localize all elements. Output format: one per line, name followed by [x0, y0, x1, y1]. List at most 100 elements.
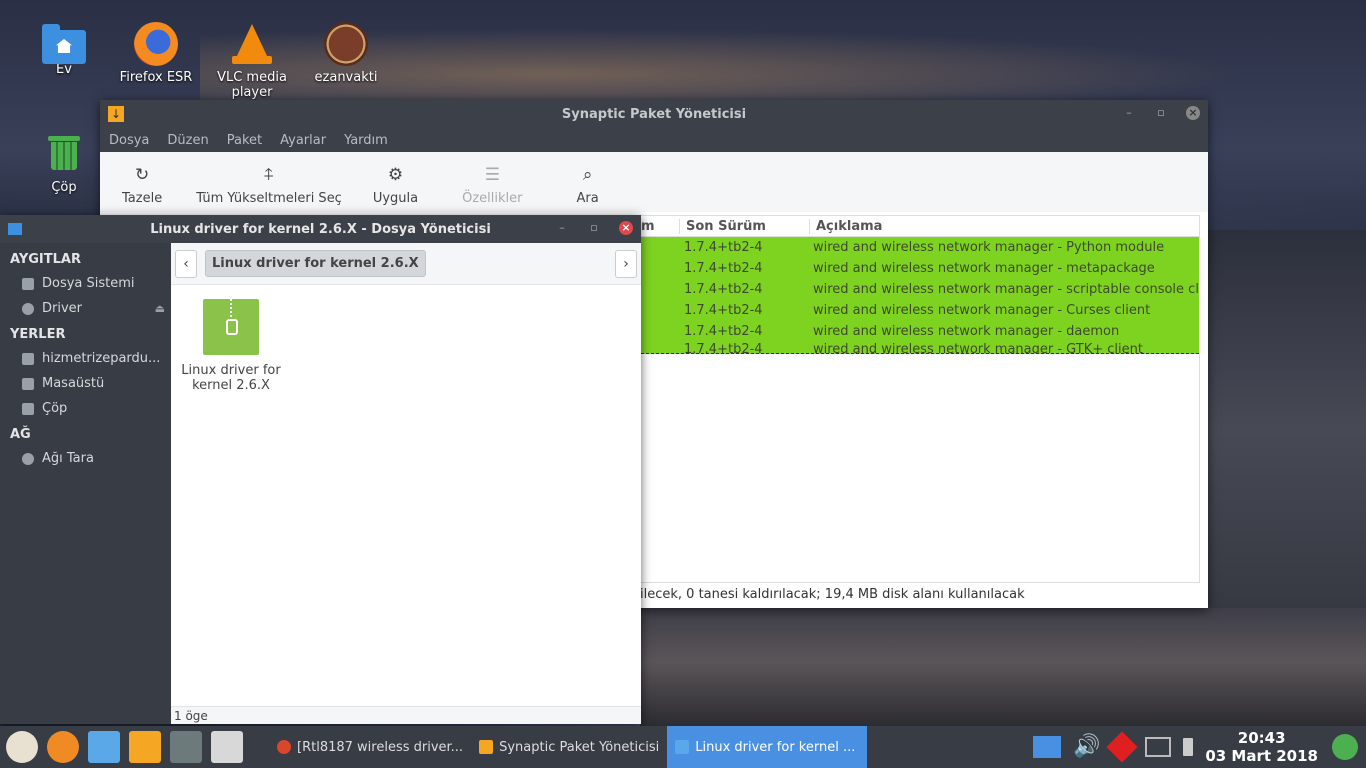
- sidebar-item-filesystem[interactable]: Dosya Sistemi: [0, 271, 171, 296]
- clock[interactable]: 20:43 03 Mart 2018: [1205, 729, 1318, 765]
- window-title: Synaptic Paket Yöneticisi: [561, 106, 747, 122]
- file-manager-window[interactable]: Linux driver for kernel 2.6.X - Dosya Yö…: [0, 215, 641, 724]
- properties-icon: ☰: [484, 165, 500, 185]
- package-table[interactable]: m Son Sürüm Açıklama 1.7.4+tb2-4 wired an…: [640, 215, 1200, 583]
- eject-icon[interactable]: ⏏: [155, 302, 165, 315]
- power-icon[interactable]: [1332, 734, 1358, 760]
- sidebar-item-driver[interactable]: Driver ⏏: [0, 296, 171, 321]
- desktop-icon-vlc[interactable]: VLC media player: [204, 22, 300, 100]
- disc-icon: [22, 302, 34, 315]
- vlc-icon: [230, 22, 274, 66]
- properties-button[interactable]: ☰ Özellikler: [462, 165, 522, 206]
- desktop-icon-trash[interactable]: Çöp: [16, 132, 112, 195]
- folder-icon: [675, 740, 690, 754]
- apply-icon: ⚙: [387, 165, 404, 185]
- volume-icon[interactable]: 🔊: [1073, 734, 1100, 760]
- menu-ayarlar[interactable]: Ayarlar: [280, 133, 326, 148]
- desktop-icon-label: VLC media player: [217, 70, 287, 100]
- sidebar-header-devices: AYGITLAR: [10, 252, 81, 267]
- clock-date: 03 Mart 2018: [1205, 747, 1318, 765]
- workspace-icon[interactable]: [1033, 736, 1062, 758]
- desktop-icon-label: ezanvakti: [314, 70, 378, 85]
- refresh-button[interactable]: ↻ Tazele: [122, 165, 162, 206]
- menu-duzen[interactable]: Düzen: [167, 133, 208, 148]
- path-bar: ‹ Linux driver for kernel 2.6.X ›: [171, 243, 641, 285]
- sidebar-header-places: YERLER: [10, 327, 66, 342]
- file-label: Linux driver for kernel 2.6.X: [181, 363, 281, 393]
- app-menu-icon[interactable]: [6, 731, 38, 763]
- desktop-icon-label: Firefox ESR: [119, 70, 193, 85]
- search-icon: ⌕: [582, 165, 593, 185]
- desktop-icon-label: Çöp: [51, 180, 77, 195]
- task-file-manager[interactable]: Linux driver for kernel ...: [667, 726, 868, 768]
- synaptic-titlebar[interactable]: ↓ Synaptic Paket Yöneticisi – ▫ ×: [100, 100, 1208, 128]
- desktop-icon-firefox[interactable]: Firefox ESR: [108, 22, 204, 85]
- sidebar-item-browse-network[interactable]: Ağı Tara: [0, 446, 171, 471]
- desktop-icon-ezanvakti[interactable]: ezanvakti: [298, 22, 394, 85]
- synaptic-app-icon: ↓: [108, 106, 124, 122]
- select-all-upgrades-button[interactable]: ⍏ Tüm Yükseltmeleri Seç: [196, 165, 342, 206]
- drive-icon: [22, 277, 34, 290]
- table-row[interactable]: 1.7.4+tb2-4 wired and wireless network ma…: [641, 342, 1199, 354]
- table-row[interactable]: 1.7.4+tb2-4 wired and wireless network ma…: [641, 300, 1199, 321]
- file-manager-launcher-icon[interactable]: [88, 731, 120, 763]
- breadcrumb[interactable]: Linux driver for kernel 2.6.X: [205, 250, 426, 277]
- folder-icon: [8, 223, 22, 235]
- archive-icon: [203, 299, 259, 355]
- sidebar-item-home[interactable]: hizmetrizepardu...: [0, 346, 171, 371]
- maximize-button[interactable]: ▫: [587, 221, 601, 235]
- system-tray: 🔊 20:43 03 Mart 2018: [1033, 726, 1366, 768]
- update-icon[interactable]: [47, 731, 79, 763]
- home-folder-icon: [42, 24, 86, 64]
- clock-time: 20:43: [1237, 729, 1286, 747]
- trash-icon: [48, 132, 80, 176]
- table-row[interactable]: 1.7.4+tb2-4 wired and wireless network ma…: [641, 321, 1199, 342]
- synaptic-launcher-icon[interactable]: [129, 731, 161, 763]
- menu-dosya[interactable]: Dosya: [109, 133, 149, 148]
- status-bar: 1 öge: [171, 706, 641, 724]
- network-icon: [22, 452, 34, 465]
- column-header-partial[interactable]: m: [641, 219, 679, 234]
- close-button[interactable]: ×: [1186, 106, 1200, 120]
- table-row[interactable]: 1.7.4+tb2-4 wired and wireless network ma…: [641, 258, 1199, 279]
- taskbar: [Rtl8187 wireless driver... Synaptic Pak…: [0, 726, 1366, 768]
- column-header-description[interactable]: Açıklama: [809, 218, 1199, 234]
- table-row[interactable]: 1.7.4+tb2-4 wired and wireless network ma…: [641, 237, 1199, 258]
- file-manager-titlebar[interactable]: Linux driver for kernel 2.6.X - Dosya Yö…: [0, 215, 641, 243]
- sidebar: AYGITLAR Dosya Sistemi Driver ⏏ YERLER hi…: [0, 243, 171, 724]
- desktop-icon-home[interactable]: Ev: [16, 24, 112, 77]
- column-header-version[interactable]: Son Sürüm: [679, 218, 809, 234]
- table-header: m Son Sürüm Açıklama: [641, 216, 1199, 237]
- search-button[interactable]: ⌕ Ara: [577, 165, 599, 206]
- close-button[interactable]: ×: [619, 221, 633, 235]
- file-item[interactable]: Linux driver for kernel 2.6.X: [179, 299, 283, 393]
- synaptic-icon: [479, 740, 494, 754]
- status-bar-text: ilecek, 0 tanesi kaldırılacak; 19,4 MB d…: [640, 587, 1025, 602]
- minimize-button[interactable]: –: [1122, 106, 1136, 120]
- calculator-icon[interactable]: [170, 731, 202, 763]
- network-disconnected-icon[interactable]: [1106, 731, 1138, 763]
- file-view[interactable]: ‹ Linux driver for kernel 2.6.X › Linux …: [171, 243, 641, 724]
- task-synaptic[interactable]: Synaptic Paket Yöneticisi: [471, 726, 667, 768]
- sidebar-item-trash[interactable]: Çöp: [0, 396, 171, 421]
- sidebar-item-desktop[interactable]: Masaüstü: [0, 371, 171, 396]
- task-browser[interactable]: [Rtl8187 wireless driver...: [269, 726, 471, 768]
- firefox-icon: [134, 22, 178, 66]
- table-row[interactable]: 1.7.4+tb2-4 wired and wireless network ma…: [641, 279, 1199, 300]
- menu-paket[interactable]: Paket: [227, 133, 262, 148]
- menubar: Dosya Düzen Paket Ayarlar Yardım: [100, 128, 1208, 152]
- minimize-button[interactable]: –: [555, 221, 569, 235]
- maximize-button[interactable]: ▫: [1154, 106, 1168, 120]
- menu-yardim[interactable]: Yardım: [344, 133, 388, 148]
- text-editor-icon[interactable]: [211, 731, 243, 763]
- trash-icon: [22, 402, 34, 415]
- apply-button[interactable]: ⚙ Uygula: [373, 165, 418, 206]
- forward-button[interactable]: ›: [615, 249, 637, 278]
- battery-icon[interactable]: [1183, 738, 1194, 756]
- window-title: Linux driver for kernel 2.6.X - Dosya Yö…: [150, 221, 491, 237]
- toolbar: ↻ Tazele ⍏ Tüm Yükseltmeleri Seç ⚙ Uygul…: [100, 152, 1208, 212]
- ezanvakti-icon: [324, 22, 368, 66]
- display-icon[interactable]: [1145, 737, 1172, 757]
- home-icon: [22, 352, 34, 365]
- back-button[interactable]: ‹: [175, 249, 197, 278]
